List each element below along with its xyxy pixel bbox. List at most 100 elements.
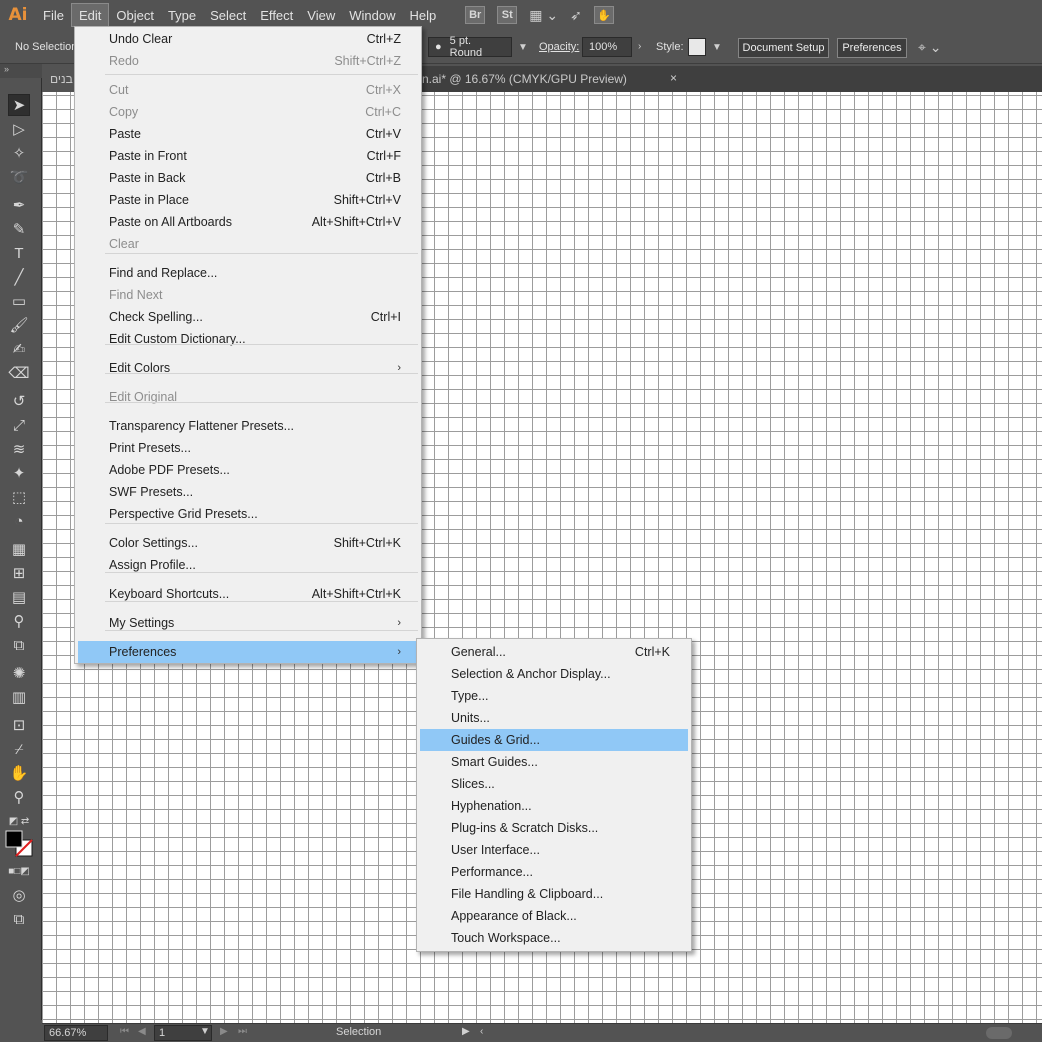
brush-definition[interactable]: ● 5 pt. Round: [428, 35, 512, 59]
preferences-item-smart-guides[interactable]: Smart Guides...: [420, 751, 688, 773]
edit-menu-item-paste-in-front[interactable]: Paste in Front Ctrl+F: [78, 145, 418, 167]
edit-menu-item-paste-on-all-artboards[interactable]: Paste on All Artboards Alt+Shift+Ctrl+V: [78, 211, 418, 233]
column-graph-tool-icon[interactable]: ▥: [8, 686, 30, 708]
preferences-item-performance[interactable]: Performance...: [420, 861, 688, 883]
edit-menu-item-transparency-flattener-presets[interactable]: Transparency Flattener Presets...: [78, 415, 418, 437]
previous-artboard-icon[interactable]: ◀: [138, 1026, 146, 1037]
preferences-item-appearance-of-black[interactable]: Appearance of Black...: [420, 905, 688, 927]
scroll-left-icon[interactable]: ‹: [480, 1026, 483, 1037]
mesh-tool-icon[interactable]: ⊞: [8, 562, 30, 584]
default-colors-icon[interactable]: ◩ ⇄: [8, 810, 30, 832]
last-artboard-icon[interactable]: ⏭: [238, 1026, 247, 1037]
screen-mode-icon[interactable]: ⧉: [8, 908, 30, 930]
menu-file[interactable]: File: [36, 3, 71, 27]
selection-tool-icon[interactable]: ➤: [8, 94, 30, 116]
brush-chevron-icon[interactable]: ▼: [518, 42, 528, 53]
edit-menu-item-find-next[interactable]: Find Next: [78, 284, 418, 306]
edit-menu-item-copy[interactable]: Copy Ctrl+C: [78, 101, 418, 123]
shape-builder-tool-icon[interactable]: ◔: [8, 510, 30, 532]
preferences-item-file-handling-and-clipboard[interactable]: File Handling & Clipboard...: [420, 883, 688, 905]
status-menu-arrow-icon[interactable]: ▶: [462, 1026, 470, 1037]
preferences-item-hyphenation[interactable]: Hyphenation...: [420, 795, 688, 817]
menu-select[interactable]: Select: [203, 3, 253, 27]
color-mode-icon[interactable]: ■□◩: [8, 860, 30, 882]
menu-window[interactable]: Window: [342, 3, 402, 27]
direct-selection-tool-icon[interactable]: ▷: [8, 118, 30, 140]
preferences-item-user-interface[interactable]: User Interface...: [420, 839, 688, 861]
artboard-tool-icon[interactable]: ⊡: [8, 714, 30, 736]
workspace-layout-icon[interactable]: ▦ ⌄: [529, 7, 558, 24]
eyedropper-tool-icon[interactable]: ⚲: [8, 610, 30, 632]
zoom-tool-icon[interactable]: ⚲: [8, 786, 30, 808]
document-setup-button[interactable]: Document Setup: [738, 38, 829, 58]
gradient-tool-icon[interactable]: ▤: [8, 586, 30, 608]
stock-button[interactable]: St: [497, 6, 518, 24]
eraser-tool-icon[interactable]: ⌫: [8, 362, 30, 384]
magic-wand-tool-icon[interactable]: ✧: [8, 142, 30, 164]
style-swatch[interactable]: [688, 38, 706, 56]
edit-menu-item-undo-clear[interactable]: Undo Clear Ctrl+Z: [78, 28, 418, 50]
rectangle-tool-icon[interactable]: ▭: [8, 290, 30, 312]
opacity-field[interactable]: 100%: [582, 37, 632, 57]
preferences-item-units[interactable]: Units...: [420, 707, 688, 729]
preferences-item-type[interactable]: Type...: [420, 685, 688, 707]
edit-menu-item-cut[interactable]: Cut Ctrl+X: [78, 79, 418, 101]
edit-menu-item-paste[interactable]: Paste Ctrl+V: [78, 123, 418, 145]
edit-menu-item-edit-colors[interactable]: Edit Colors ›: [78, 357, 418, 379]
preferences-item-touch-workspace[interactable]: Touch Workspace...: [420, 927, 688, 949]
menu-help[interactable]: Help: [402, 3, 443, 27]
line-tool-icon[interactable]: ╱: [8, 266, 30, 288]
preferences-item-slices[interactable]: Slices...: [420, 773, 688, 795]
preferences-item-plug-ins-and-scratch-disks[interactable]: Plug-ins & Scratch Disks...: [420, 817, 688, 839]
edit-menu-item-clear[interactable]: Clear: [78, 233, 418, 255]
edit-menu-item-edit-original[interactable]: Edit Original: [78, 386, 418, 408]
edit-menu-item-find-and-replace[interactable]: Find and Replace...: [78, 262, 418, 284]
document-tab-active[interactable]: n.ai* @ 16.67% (CMYK/GPU Preview): [414, 66, 696, 92]
scale-tool-icon[interactable]: ⤢: [8, 414, 30, 436]
free-transform-tool-icon[interactable]: ⬚: [8, 486, 30, 508]
preferences-button[interactable]: Preferences: [837, 38, 907, 58]
edit-menu-item-print-presets[interactable]: Print Presets...: [78, 437, 418, 459]
preferences-item-general[interactable]: General... Ctrl+K: [420, 641, 688, 663]
perspective-grid-tool-icon[interactable]: ▦: [8, 538, 30, 560]
touch-workspace-icon[interactable]: ✋: [593, 6, 614, 24]
edit-menu-item-edit-custom-dictionary[interactable]: Edit Custom Dictionary...: [78, 328, 418, 350]
hand-tool-icon[interactable]: ✋: [8, 762, 30, 784]
paintbrush-tool-icon[interactable]: 🖌: [8, 314, 30, 336]
edit-menu-item-redo[interactable]: Redo Shift+Ctrl+Z: [78, 50, 418, 72]
edit-menu-item-perspective-grid-presets[interactable]: Perspective Grid Presets...: [78, 503, 418, 525]
opacity-arrow-icon[interactable]: ›: [638, 41, 641, 52]
preferences-item-guides-and-grid[interactable]: Guides & Grid...: [420, 729, 688, 751]
symbol-sprayer-tool-icon[interactable]: ✺: [8, 662, 30, 684]
drawing-mode-icon[interactable]: ◎: [8, 884, 30, 906]
artboard-dropdown-icon[interactable]: ▼: [200, 1026, 210, 1037]
arrange-documents-icon[interactable]: ⌖ ⌄: [918, 39, 942, 56]
opacity-label[interactable]: Opacity:: [539, 41, 579, 53]
curvature-tool-icon[interactable]: ✎: [8, 218, 30, 240]
edit-menu-item-paste-in-place[interactable]: Paste in Place Shift+Ctrl+V: [78, 189, 418, 211]
bridge-button[interactable]: Br: [465, 6, 486, 24]
edit-menu-item-paste-in-back[interactable]: Paste in Back Ctrl+B: [78, 167, 418, 189]
menu-edit[interactable]: Edit: [70, 3, 110, 27]
puppet-warp-tool-icon[interactable]: ✦: [8, 462, 30, 484]
lasso-tool-icon[interactable]: ➰: [8, 166, 30, 188]
menu-effect[interactable]: Effect: [253, 3, 300, 27]
edit-menu-item-preferences[interactable]: Preferences ›: [78, 641, 418, 663]
edit-menu-item-color-settings[interactable]: Color Settings... Shift+Ctrl+K: [78, 532, 418, 554]
gpu-rocket-icon[interactable]: ➶: [570, 7, 582, 24]
shaper-tool-icon[interactable]: ✍: [8, 338, 30, 360]
menu-type[interactable]: Type: [161, 3, 203, 27]
slice-tool-icon[interactable]: ⌿: [8, 738, 30, 760]
edit-menu-item-check-spelling[interactable]: Check Spelling... Ctrl+I: [78, 306, 418, 328]
style-chevron-icon[interactable]: ▼: [712, 42, 722, 53]
type-tool-icon[interactable]: T: [8, 242, 30, 264]
menu-view[interactable]: View: [300, 3, 342, 27]
first-artboard-icon[interactable]: ⏮: [120, 1026, 129, 1037]
edit-menu-item-swf-presets[interactable]: SWF Presets...: [78, 481, 418, 503]
warp-tool-icon[interactable]: ≋: [8, 438, 30, 460]
blend-tool-icon[interactable]: ⧉: [8, 634, 30, 656]
tab-close-icon[interactable]: ×: [670, 71, 677, 85]
zoom-level-field[interactable]: 66.67%: [44, 1025, 108, 1041]
rotate-tool-icon[interactable]: ↺: [8, 390, 30, 412]
horizontal-scrollbar-thumb[interactable]: [986, 1027, 1012, 1039]
